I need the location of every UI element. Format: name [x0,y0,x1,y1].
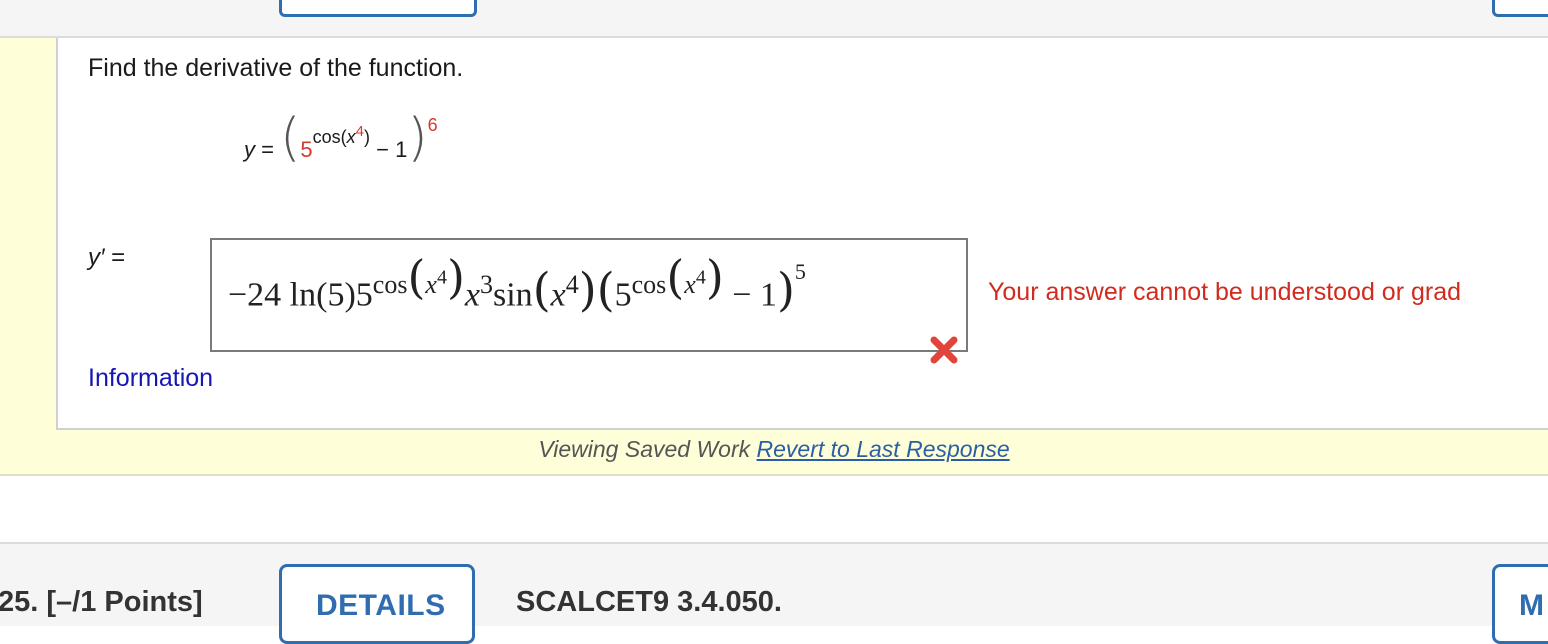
question-card: Find the derivative of the function. y =… [56,38,1548,430]
previous-right-button[interactable] [1492,0,1548,17]
previous-details-button[interactable] [279,0,477,17]
right-action-button[interactable]: M [1492,564,1548,644]
details-label: DETAILS [316,589,446,622]
details-button[interactable]: DETAILS [279,564,475,644]
error-message: Your answer cannot be understood or grad [988,278,1462,306]
revert-link[interactable]: Revert to Last Response [757,436,1010,462]
derivative-label: y′ = [88,244,126,271]
question-panel: Find the derivative of the function. y =… [0,38,1548,476]
saved-work-text: Viewing Saved Work [538,436,751,462]
function-expression: y = (5cos(x4) − 1)6 [244,108,438,168]
question-prompt: Find the derivative of the function. [88,54,464,82]
question-code: SCALCET9 3.4.050. [516,586,782,618]
question-number: 25. [–/1 Points] [0,586,203,618]
information-link[interactable]: Information [88,364,213,393]
answer-input[interactable]: −24 ln(5)5cos(x4)x3sin(x4)(5cos(x4) − 1)… [210,238,968,352]
x-mark-icon [930,336,958,364]
answer-expression: −24 ln(5)5cos(x4)x3sin(x4)(5cos(x4) − 1)… [228,250,806,317]
saved-work-bar: Viewing Saved Work Revert to Last Respon… [0,436,1548,466]
previous-question-footer [0,0,1548,38]
